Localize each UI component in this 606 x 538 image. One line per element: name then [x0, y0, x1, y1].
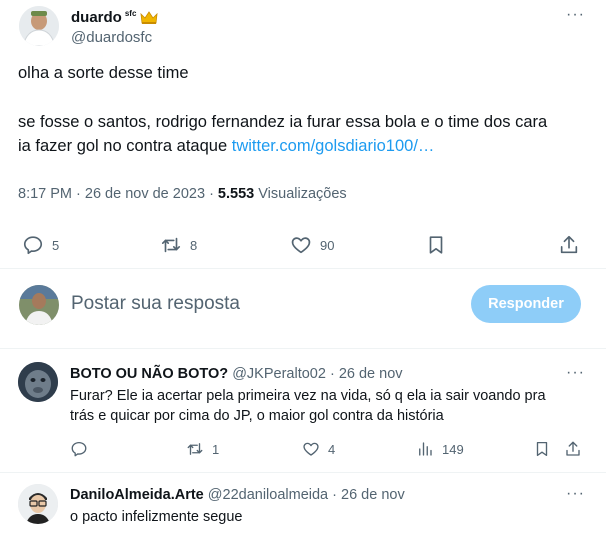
- tweet-time[interactable]: 8:17 PM: [18, 186, 72, 202]
- tweet-actions: 5 8 90: [0, 232, 606, 258]
- reply-avatar[interactable]: [18, 484, 58, 524]
- share-icon: [564, 440, 582, 458]
- current-user-avatar[interactable]: [19, 285, 59, 325]
- reply-action[interactable]: [70, 440, 88, 458]
- more-options-icon[interactable]: ···: [566, 485, 585, 503]
- share-icon: [558, 234, 580, 256]
- tweet-text-line2: se fosse o santos, rodrigo fernandez ia …: [18, 113, 548, 131]
- author-name[interactable]: duardo sfc: [71, 9, 158, 26]
- reply-avatar[interactable]: [18, 362, 58, 402]
- share-action[interactable]: [558, 234, 580, 256]
- like-count: 90: [320, 237, 335, 253]
- reply-text-line2: trás e quicar por cima do JP, o maior go…: [70, 408, 444, 424]
- reply-separator: ·: [329, 366, 339, 382]
- tweet-text-line1: olha a sorte desse time: [18, 64, 189, 82]
- reply-text-line1: Furar? Ele ia acertar pela primeira vez …: [70, 388, 546, 404]
- divider: [0, 268, 606, 269]
- author-badge: sfc: [124, 9, 137, 18]
- divider: [0, 348, 606, 349]
- crown-icon: [140, 10, 158, 25]
- reply-action[interactable]: 5: [22, 234, 59, 256]
- share-action[interactable]: [564, 440, 582, 458]
- reply-author[interactable]: BOTO OU NÃO BOTO? @JKPeralto02 · 26 de n…: [70, 366, 403, 382]
- tweet-link[interactable]: twitter.com/golsdiario100/…: [232, 137, 435, 155]
- reply-date[interactable]: 26 de nov: [341, 487, 405, 503]
- tweet-meta: 8:17 PM · 26 de nov de 2023 · 5.553 Visu…: [18, 186, 347, 202]
- retweet-icon: [160, 234, 182, 256]
- author-avatar[interactable]: [19, 6, 59, 46]
- divider: [0, 472, 606, 473]
- like-action[interactable]: 90: [290, 234, 334, 256]
- views-count: 149: [442, 441, 464, 457]
- heart-icon: [290, 234, 312, 256]
- bookmark-action[interactable]: [533, 440, 551, 458]
- reply-actions: 1 4 149: [0, 440, 606, 462]
- tweet-date[interactable]: 26 de nov de 2023: [85, 186, 205, 202]
- author-handle[interactable]: @duardosfc: [71, 29, 152, 46]
- reply-input[interactable]: Postar sua resposta: [71, 293, 240, 315]
- reply-separator: ·: [332, 487, 341, 503]
- reply-author-name[interactable]: DaniloAlmeida.Arte: [70, 487, 204, 503]
- meta-separator: ·: [209, 186, 218, 202]
- reply-author-handle[interactable]: @22daniloalmeida: [208, 487, 328, 503]
- tweet-text-line3: ia fazer gol no contra ataque twitter.co…: [18, 134, 578, 158]
- bookmark-icon: [425, 234, 447, 256]
- bookmark-action[interactable]: [425, 234, 447, 256]
- views-chart-icon: [416, 440, 434, 458]
- reply-icon: [70, 440, 88, 458]
- reply-text-line1: o pacto infelizmente segue: [70, 509, 243, 525]
- like-action[interactable]: 4: [302, 440, 335, 458]
- reply-count: 5: [52, 237, 60, 253]
- views-action[interactable]: 149: [416, 440, 464, 458]
- retweet-count: 1: [212, 441, 220, 457]
- heart-icon: [302, 440, 320, 458]
- author-display-name[interactable]: duardo: [71, 9, 122, 26]
- more-options-icon[interactable]: ···: [566, 364, 585, 382]
- like-count: 4: [328, 441, 336, 457]
- meta-separator: ·: [76, 186, 85, 202]
- retweet-icon: [186, 440, 204, 458]
- more-options-icon[interactable]: ···: [566, 6, 585, 24]
- reply-submit-button[interactable]: Responder: [471, 285, 581, 323]
- reply-icon: [22, 234, 44, 256]
- retweet-count: 8: [190, 237, 198, 253]
- views-label: Visualizações: [258, 186, 347, 202]
- retweet-action[interactable]: 8: [160, 234, 197, 256]
- reply-date[interactable]: 26 de nov: [339, 366, 403, 382]
- reply-author-name[interactable]: BOTO OU NÃO BOTO?: [70, 366, 228, 382]
- reply-author[interactable]: DaniloAlmeida.Arte @22daniloalmeida · 26…: [70, 487, 405, 503]
- bookmark-icon: [533, 440, 551, 458]
- views-count: 5.553: [217, 186, 255, 202]
- retweet-action[interactable]: 1: [186, 440, 219, 458]
- tweet-text-line3-prefix: ia fazer gol no contra ataque: [18, 137, 232, 155]
- reply-author-handle[interactable]: @JKPeralto02: [232, 366, 326, 382]
